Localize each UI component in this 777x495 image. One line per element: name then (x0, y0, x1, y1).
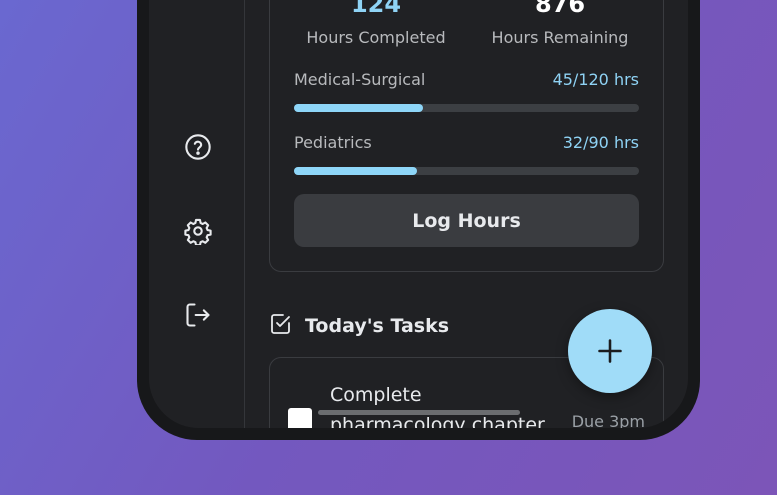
tasks-section-header: Today's Tasks (269, 312, 449, 340)
tasks-section-title: Today's Tasks (305, 315, 450, 337)
progress-label-pediatrics: Pediatrics (294, 133, 372, 152)
progress-fill-pediatrics (294, 167, 417, 175)
task-checkbox[interactable] (288, 408, 312, 428)
progress-value-pediatrics: 32/90 hrs (562, 133, 639, 152)
hours-card: 124 Hours Completed 876 Hours Remaining … (269, 0, 664, 272)
progress-bar-medsurg (294, 104, 639, 112)
progress-bar-pediatrics (294, 167, 639, 175)
plus-icon (598, 339, 622, 363)
help-icon[interactable] (183, 132, 213, 162)
log-hours-button[interactable]: Log Hours (294, 194, 639, 247)
progress-label-medsurg: Medical-Surgical (294, 70, 426, 89)
hours-completed-label: Hours Completed (306, 28, 446, 47)
hours-remaining-value: 876 (534, 0, 586, 18)
progress-fill-medsurg (294, 104, 424, 112)
progress-value-medsurg: 45/120 hrs (552, 70, 639, 89)
side-rail (149, 0, 245, 428)
task-due: Due 3pm (571, 412, 645, 428)
hours-completed-value: 124 (350, 0, 402, 18)
task-strikethrough (318, 410, 520, 415)
checkbox-icon (269, 312, 293, 340)
logout-icon[interactable] (183, 300, 213, 330)
settings-icon[interactable] (183, 216, 213, 246)
hours-remaining-label: Hours Remaining (491, 28, 629, 47)
add-fab-button[interactable] (568, 309, 652, 393)
task-text: Complete pharmacology chapter (330, 384, 545, 428)
